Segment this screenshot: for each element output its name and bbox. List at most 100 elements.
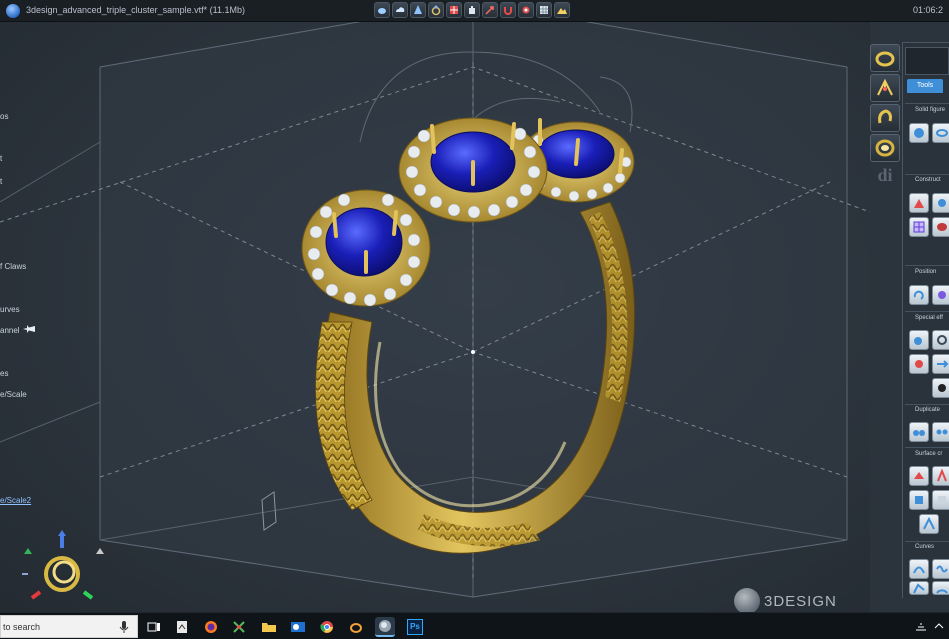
gear-fx-icon[interactable] (932, 330, 949, 350)
firefox-icon[interactable] (201, 617, 221, 637)
plane-icon[interactable] (22, 322, 36, 341)
left-item-channel[interactable]: annel (0, 326, 20, 335)
mountain-icon[interactable] (554, 2, 570, 18)
wire-style-icon[interactable] (870, 74, 900, 102)
section-surface-creation: Surface cr (915, 451, 943, 457)
left-item-scale2[interactable]: e/Scale2 (0, 496, 31, 505)
magnet-icon[interactable] (500, 2, 516, 18)
network-icon[interactable] (915, 620, 927, 632)
torus-tool-icon[interactable] (932, 123, 949, 143)
section-special-effects: Special eff (915, 315, 943, 321)
section-curves: Curves (915, 544, 935, 550)
section-position: Position (915, 269, 937, 275)
cone-icon[interactable] (410, 2, 426, 18)
brand-text: 3DESIGN (764, 592, 837, 610)
arc-tool-icon[interactable] (932, 581, 949, 595)
ring-style-1-icon[interactable] (870, 44, 900, 72)
app-logo-icon[interactable] (6, 4, 20, 18)
section-divider (905, 447, 949, 448)
outlook-icon[interactable] (288, 617, 308, 637)
loft-tool-icon[interactable] (932, 217, 949, 237)
photoshop-label: Ps (407, 619, 423, 635)
patch-tool-icon[interactable] (932, 466, 949, 486)
ring-style-3-icon[interactable] (870, 134, 900, 162)
task-view-icon[interactable] (144, 617, 164, 637)
right-palette: di Tools Solid figure Construct Position… (870, 40, 949, 600)
revolve-tool-icon[interactable] (932, 193, 949, 213)
left-panel: os t t f Claws urves annel es e/Scale e/… (0, 22, 38, 612)
hand-icon[interactable] (464, 2, 480, 18)
section-divider (905, 311, 949, 312)
left-item-claws[interactable]: f Claws (0, 262, 26, 271)
file-app-icon[interactable] (172, 617, 192, 637)
eye-icon[interactable] (518, 2, 534, 18)
di-logo: di (877, 165, 893, 185)
twist-fx-icon[interactable] (909, 354, 929, 374)
arrow-fx-icon[interactable] (932, 354, 949, 374)
blend-tool-icon[interactable] (932, 490, 949, 510)
net-tool-icon[interactable] (919, 514, 939, 534)
microphone-icon[interactable] (119, 620, 129, 634)
sweep-tool-icon[interactable] (909, 490, 929, 510)
system-tray (915, 620, 945, 632)
search-placeholder: to search (3, 622, 41, 632)
scene-canvas[interactable] (0, 22, 870, 612)
sphere-tool-icon[interactable] (909, 123, 929, 143)
cloud-icon[interactable] (392, 2, 408, 18)
section-divider (905, 265, 949, 266)
window-title: 3design_advanced_triple_cluster_sample.v… (26, 5, 245, 15)
tools-header (905, 47, 949, 75)
origin-point (471, 350, 475, 354)
3d-viewport[interactable]: 3DESIGN (0, 22, 870, 614)
section-divider (905, 404, 949, 405)
polyline-tool-icon[interactable] (909, 581, 929, 595)
arrow-icon[interactable] (482, 2, 498, 18)
section-construct: Construct (915, 177, 941, 183)
left-item-es[interactable]: es (0, 369, 8, 378)
ring-style-2-icon[interactable] (870, 104, 900, 132)
ring-app-icon[interactable] (346, 617, 366, 637)
photoshop-icon[interactable]: Ps (405, 617, 425, 637)
move-tool-icon[interactable] (932, 285, 949, 305)
brand-logo-icon (734, 588, 760, 614)
duplicate-tool-icon[interactable] (909, 422, 929, 442)
taskbar-search[interactable]: to search (0, 615, 138, 638)
mesh-tool-icon[interactable] (909, 217, 929, 237)
rotate-tool-icon[interactable] (909, 285, 929, 305)
left-item-curves[interactable]: urves (0, 305, 20, 314)
brand-watermark: 3DESIGN (734, 588, 837, 614)
array-tool-icon[interactable] (932, 422, 949, 442)
3design-app-icon[interactable] (375, 617, 395, 637)
title-bar: 3design_advanced_triple_cluster_sample.v… (0, 0, 949, 22)
ring-icon[interactable] (428, 2, 444, 18)
blob-icon[interactable] (374, 2, 390, 18)
left-item-0[interactable]: os (0, 112, 8, 121)
curve-tool-icon[interactable] (909, 559, 929, 579)
style-strip: di (870, 44, 902, 186)
special-fx-icon[interactable] (932, 378, 949, 398)
section-duplicate: Duplicate (915, 407, 941, 413)
clock-readout: 01:06:2 (912, 5, 943, 15)
surface-tool-icon[interactable] (909, 466, 929, 486)
lattice-icon[interactable] (536, 2, 552, 18)
chrome-icon[interactable] (317, 617, 337, 637)
file-explorer-icon[interactable] (259, 617, 279, 637)
media-app-icon[interactable] (229, 617, 249, 637)
extrude-tool-icon[interactable] (909, 193, 929, 213)
spline-tool-icon[interactable] (932, 559, 949, 579)
section-divider (905, 103, 949, 104)
taskbar: to search Ps (0, 612, 949, 639)
section-solid-figure: Solid figure (915, 107, 946, 113)
chevron-up-icon[interactable] (933, 620, 945, 632)
section-divider (905, 174, 949, 175)
left-item-scale[interactable]: e/Scale (0, 390, 27, 399)
left-cluster[interactable] (301, 189, 431, 307)
blob-fx-icon[interactable] (909, 330, 929, 350)
left-item-2[interactable]: t (0, 177, 2, 186)
grid-icon[interactable] (446, 2, 462, 18)
left-item-1[interactable]: t (0, 154, 2, 163)
center-cluster[interactable] (398, 117, 548, 223)
tab-tools[interactable]: Tools (907, 79, 943, 93)
section-divider (905, 541, 949, 542)
top-toolbar (374, 2, 570, 18)
